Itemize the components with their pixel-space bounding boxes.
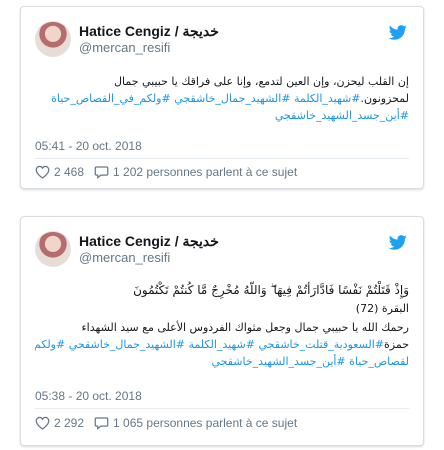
tweet-text-fragment: لمحزونون. bbox=[360, 92, 409, 105]
tweet-text-fragment: حمزة bbox=[384, 338, 409, 351]
hashtag-link[interactable]: لقصاص_حياة #أين_جسد_الشهيد_خاشقجي bbox=[35, 353, 409, 370]
twitter-bird-icon[interactable] bbox=[389, 25, 407, 40]
heart-icon bbox=[35, 165, 50, 179]
timestamp[interactable]: 05:38 - 20 oct. 2018 bbox=[35, 389, 142, 403]
avatar[interactable] bbox=[35, 231, 71, 267]
tweet-card[interactable]: Hatice Cengiz / خديجة @mercan_resifi وَإ… bbox=[20, 216, 424, 446]
tweet-header: Hatice Cengiz / خديجة @mercan_resifi bbox=[35, 231, 411, 271]
divider bbox=[35, 408, 409, 409]
tweet-text: إن القلب ليحزن، وإن العين لتدمع، وإنا عل… bbox=[35, 73, 409, 124]
like-button[interactable]: 2 292 bbox=[35, 416, 84, 430]
like-button[interactable]: 2 468 bbox=[35, 165, 84, 179]
divider bbox=[35, 158, 409, 159]
hashtag-link[interactable]: #أين_جسد_الشهيد_خاشقجي bbox=[35, 107, 409, 124]
like-count: 2 292 bbox=[54, 416, 85, 430]
talking-count: 1 065 personnes parlent à ce sujet bbox=[113, 416, 298, 430]
tweet-text: وَإِذْ قَتَلْتُمْ نَفْسًا فَادَّارَأْتُم… bbox=[35, 281, 409, 370]
tweet-text-line: حمزة#السعودية_قتلت_خاشقجي #شهيد_الكلمة #… bbox=[35, 336, 409, 353]
author-handle[interactable]: @mercan_resifi bbox=[79, 250, 170, 265]
author-name[interactable]: Hatice Cengiz / خديجة bbox=[79, 233, 219, 250]
avatar[interactable] bbox=[35, 21, 71, 57]
twitter-bird-icon[interactable] bbox=[389, 235, 407, 250]
heart-icon bbox=[35, 416, 50, 430]
hashtag-link[interactable]: #السعودية_قتلت_خاشقجي #شهيد_الكلمة #الشه… bbox=[35, 338, 384, 351]
conversation-link[interactable]: 1 065 personnes parlent à ce sujet bbox=[94, 416, 297, 430]
tweet-text-line: رحمك الله يا حبيبي جمال وجعل مثواك الفرد… bbox=[81, 321, 410, 334]
tweet-text-line: إن القلب ليحزن، وإن العين لتدمع، وإنا عل… bbox=[114, 75, 409, 88]
like-count: 2 468 bbox=[54, 165, 85, 179]
tweet-header: Hatice Cengiz / خديجة @mercan_resifi bbox=[35, 21, 411, 61]
conversation-link[interactable]: 1 202 personnes parlent à ce sujet bbox=[94, 165, 297, 179]
talking-count: 1 202 personnes parlent à ce sujet bbox=[113, 165, 298, 179]
hashtag-link[interactable]: #شهيد_الكلمة #الشهيد_جمال_خاشقجي #ولكم_ف… bbox=[51, 92, 360, 105]
tweet-actions: 2 292 1 065 personnes parlent à ce sujet bbox=[35, 416, 307, 430]
reply-bubble-icon bbox=[94, 417, 109, 430]
tweet-text-line: لمحزونون.#شهيد_الكلمة #الشهيد_جمال_خاشقج… bbox=[35, 90, 409, 107]
quran-reference: البقرة (72) bbox=[355, 302, 409, 315]
author-name[interactable]: Hatice Cengiz / خديجة bbox=[79, 23, 219, 40]
timestamp[interactable]: 05:41 - 20 oct. 2018 bbox=[35, 139, 142, 153]
quran-verse: وَإِذْ قَتَلْتُمْ نَفْسًا فَادَّارَأْتُم… bbox=[133, 283, 409, 297]
reply-bubble-icon bbox=[94, 166, 109, 179]
tweet-actions: 2 468 1 202 personnes parlent à ce sujet bbox=[35, 165, 307, 179]
tweet-card[interactable]: Hatice Cengiz / خديجة @mercan_resifi إن … bbox=[20, 6, 424, 189]
author-handle[interactable]: @mercan_resifi bbox=[79, 40, 170, 55]
